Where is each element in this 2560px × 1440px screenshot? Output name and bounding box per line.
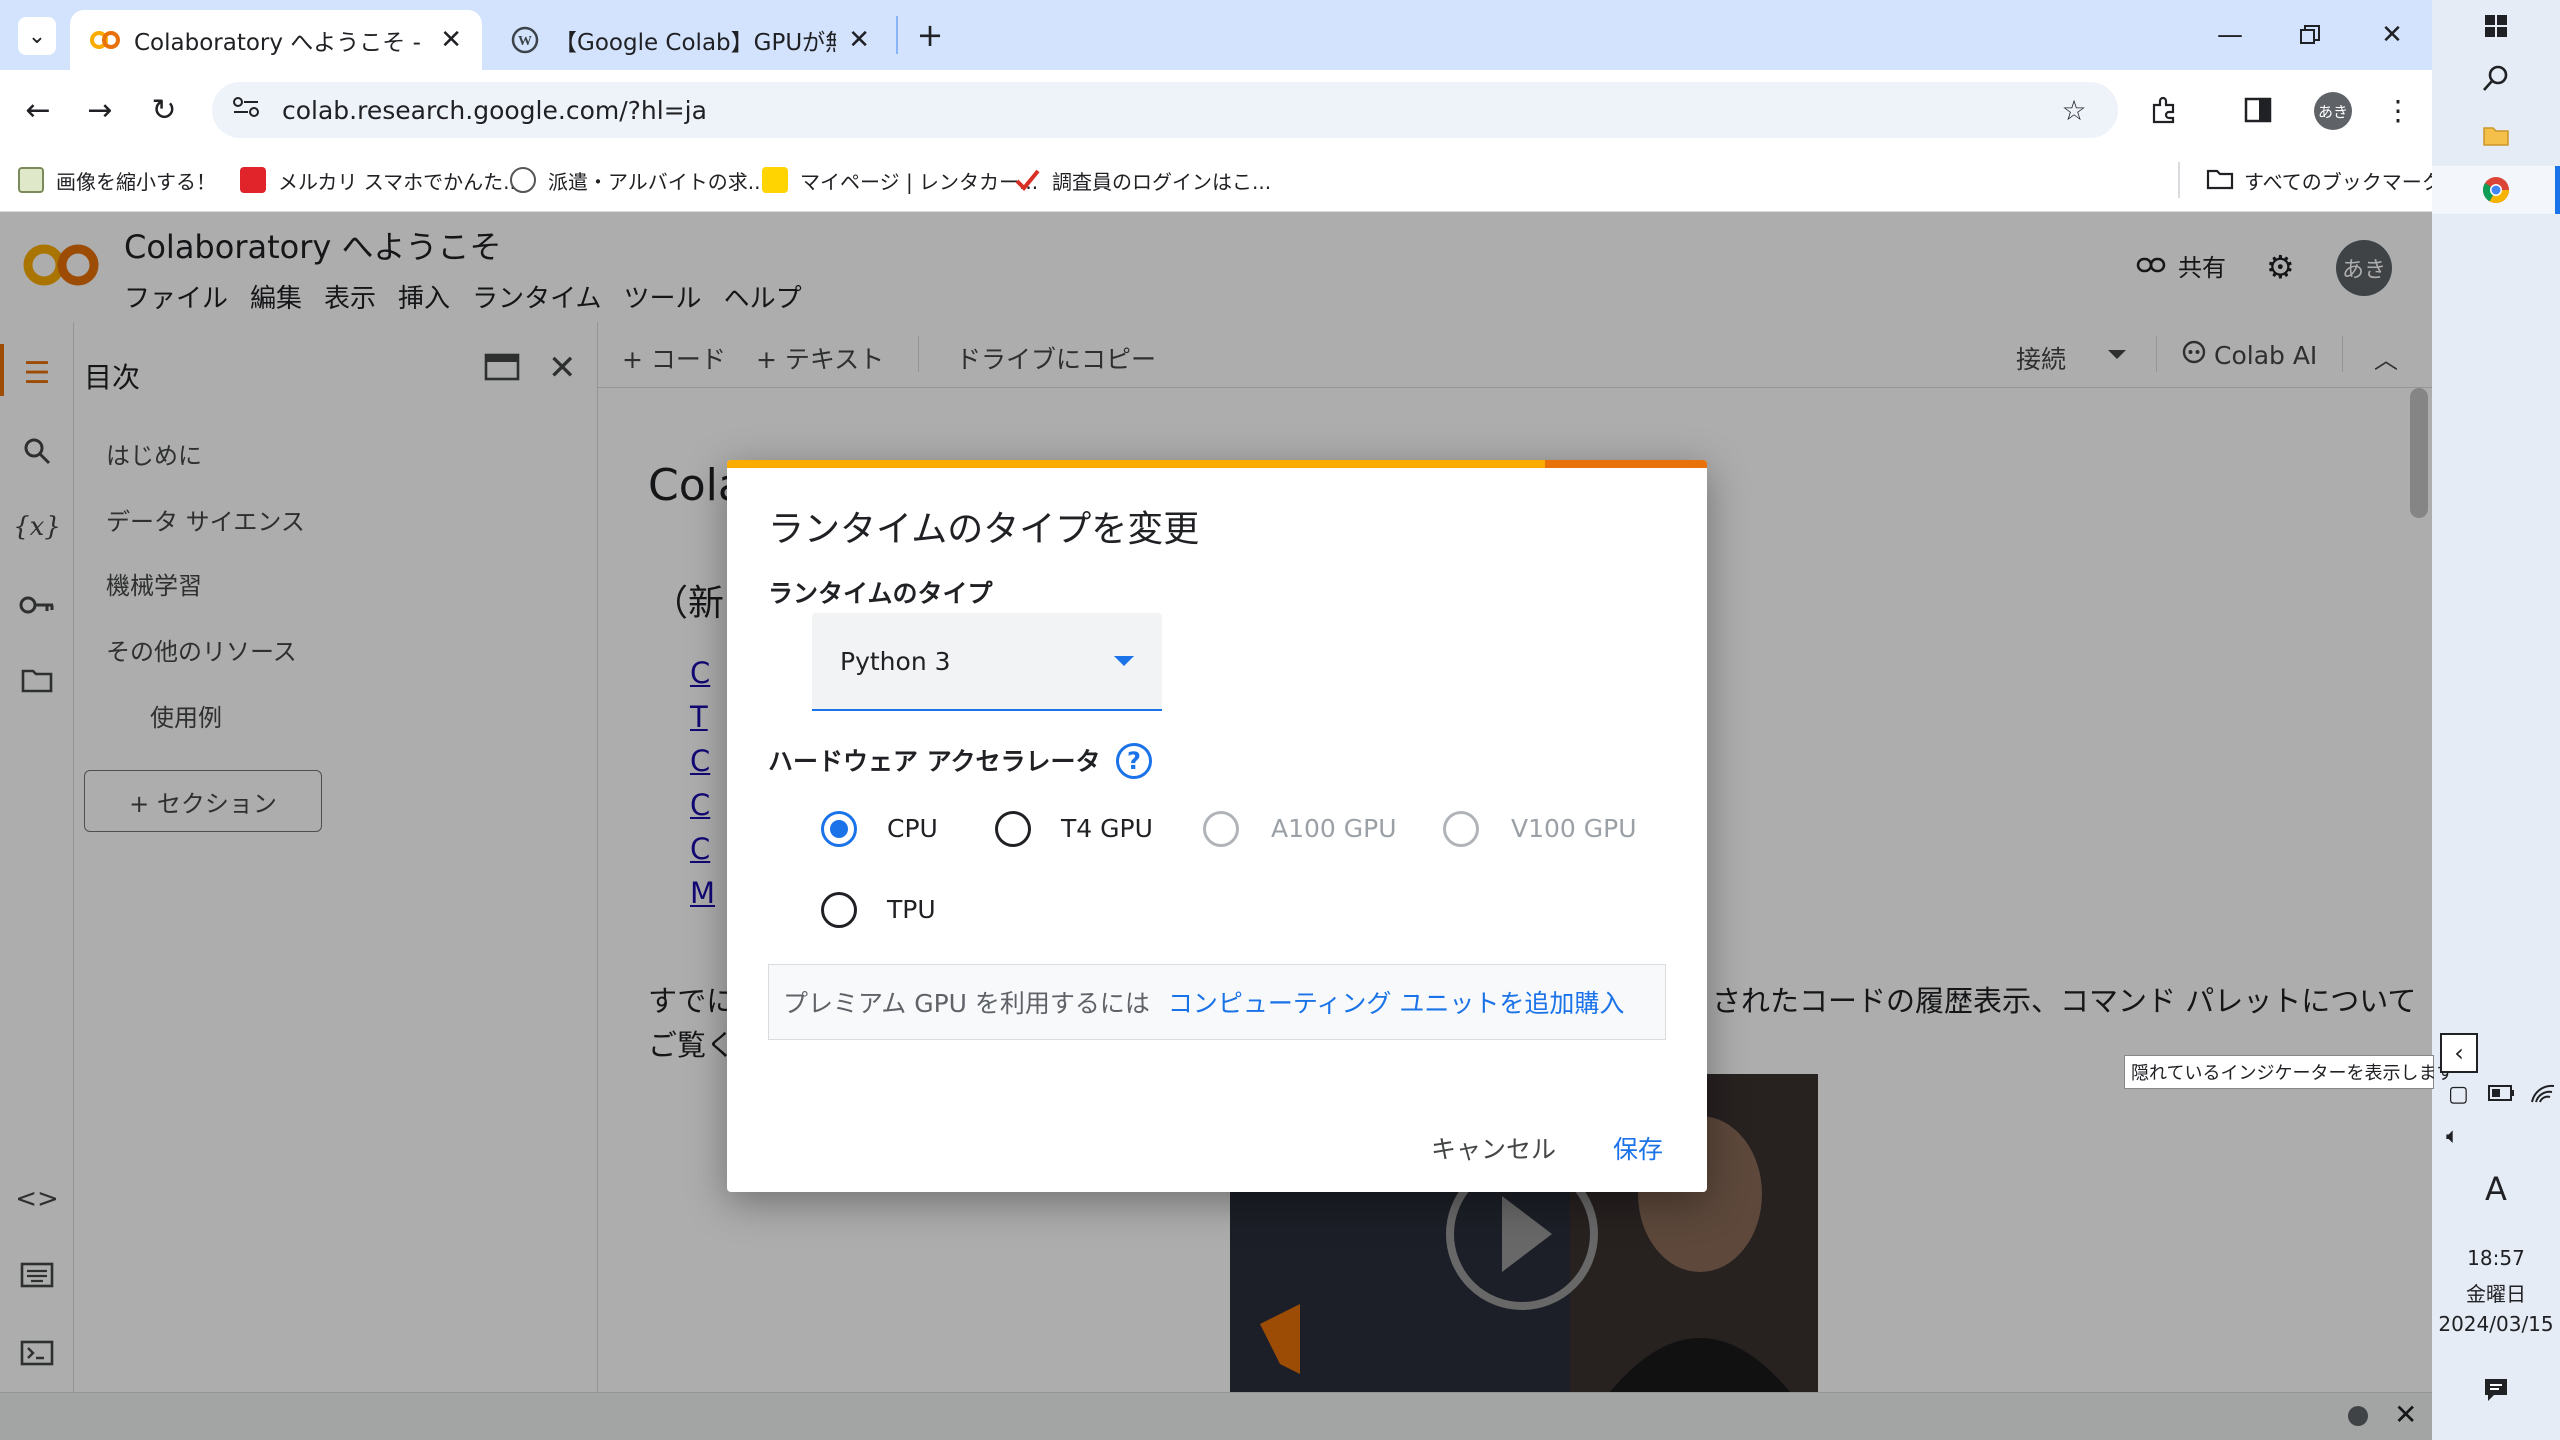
radio-t4-gpu[interactable] <box>995 811 1031 847</box>
file-explorer-icon[interactable] <box>2476 116 2516 156</box>
tab-close-icon[interactable]: ✕ <box>848 25 870 55</box>
runtime-type-select[interactable]: Python 3 <box>812 613 1162 711</box>
minimize-icon[interactable]: — <box>2200 12 2260 58</box>
help-icon[interactable]: ? <box>1116 743 1152 779</box>
radio-a100-gpu-label: A100 GPU <box>1271 814 1397 843</box>
active-app-indicator <box>2555 166 2560 214</box>
clock-weekday[interactable]: 金曜日 <box>2432 1278 2560 1307</box>
checkmark-icon <box>1014 167 1040 193</box>
change-runtime-dialog: ランタイムのタイプを変更 ランタイムのタイプ Python 3 ハードウェア ア… <box>727 460 1707 1192</box>
close-window-icon[interactable]: ✕ <box>2362 12 2422 58</box>
ime-indicator[interactable]: A <box>2432 1170 2560 1208</box>
url-text: colab.research.google.com/?hl=ja <box>282 95 707 125</box>
staffing-site-icon <box>510 167 536 193</box>
new-tab-button[interactable]: + <box>910 12 950 58</box>
dialog-title: ランタイムのタイプを変更 <box>768 509 1200 550</box>
extensions-icon[interactable] <box>2142 88 2186 132</box>
site-info-icon[interactable] <box>232 95 260 125</box>
save-button[interactable]: 保存 <box>1613 1130 1663 1166</box>
profile-avatar[interactable]: あき <box>2314 92 2352 130</box>
radio-cpu-label[interactable]: CPU <box>887 814 938 843</box>
radio-a100-gpu <box>1203 811 1239 847</box>
folder-icon <box>2206 167 2234 193</box>
all-bookmarks-button[interactable]: すべてのブックマーク <box>2206 160 2442 200</box>
runtime-type-label: ランタイムのタイプ <box>768 579 993 608</box>
bookmark-divider <box>2178 162 2180 198</box>
notifications-icon[interactable] <box>2476 1370 2516 1410</box>
radio-cpu[interactable] <box>821 811 857 847</box>
svg-text:W: W <box>518 34 532 49</box>
cancel-button[interactable]: キャンセル <box>1431 1130 1556 1166</box>
tab-title: Colaboratory へようこそ - Colabo <box>134 30 428 56</box>
bookmark-item[interactable]: 調査員のログインはこ... <box>1014 160 1271 200</box>
radio-tpu-label[interactable]: TPU <box>887 895 936 924</box>
image-tool-icon <box>18 167 44 193</box>
wordpress-favicon-icon: W <box>510 25 540 55</box>
colab-favicon-icon <box>90 25 120 55</box>
bookmark-item[interactable]: マイページ | レンタカー... <box>762 160 1038 200</box>
wifi-icon[interactable] <box>2530 1082 2556 1108</box>
bookmark-item[interactable]: 画像を縮小する！ <box>18 160 216 200</box>
dropdown-caret-icon <box>1114 656 1134 666</box>
show-hidden-icons-chevron-icon[interactable]: ‹ <box>2440 1033 2478 1073</box>
rental-car-icon <box>762 167 788 193</box>
premium-gpu-notice: プレミアム GPU を利用するには コンピューティング ユニットを追加購入 <box>768 964 1666 1040</box>
tab-close-icon[interactable]: ✕ <box>440 25 462 55</box>
hardware-accelerator-label: ハードウェア アクセラレータ <box>768 747 1101 776</box>
chrome-icon[interactable] <box>2476 170 2516 210</box>
clock-date[interactable]: 2024/03/15 <box>2432 1312 2560 1336</box>
tab-colab[interactable]: Colaboratory へようこそ - Colabo ✕ <box>70 10 482 70</box>
reload-icon[interactable]: ↻ <box>142 88 186 132</box>
radio-tpu[interactable] <box>821 892 857 928</box>
bookmark-item[interactable]: 派遣・アルバイトの求... <box>510 160 767 200</box>
mercari-icon <box>240 167 266 193</box>
more-menu-icon[interactable]: ⋮ <box>2376 88 2420 132</box>
forward-icon[interactable]: → <box>78 88 122 132</box>
address-bar[interactable]: colab.research.google.com/?hl=ja <box>212 82 2118 138</box>
side-panel-icon[interactable] <box>2236 88 2280 132</box>
windows-start-icon[interactable] <box>2476 6 2516 46</box>
restore-icon[interactable] <box>2280 12 2340 58</box>
tab-divider <box>896 16 898 54</box>
tab-search-button[interactable]: ⌄ <box>18 17 56 55</box>
dialog-accent-bar <box>1545 460 1707 468</box>
volume-icon[interactable]: 🔈︎ <box>2446 1124 2459 1149</box>
search-icon[interactable] <box>2476 58 2516 98</box>
radio-v100-gpu-label: V100 GPU <box>1511 814 1637 843</box>
tab-title: 【Google Colab】GPUが無料で使 <box>554 30 836 56</box>
tab-article[interactable]: W 【Google Colab】GPUが無料で使 ✕ <box>490 10 890 70</box>
device-icon[interactable]: ▢ <box>2448 1082 2469 1107</box>
battery-icon[interactable] <box>2488 1084 2516 1106</box>
radio-t4-gpu-label[interactable]: T4 GPU <box>1061 814 1153 843</box>
bookmark-star-icon[interactable]: ☆ <box>2052 88 2096 132</box>
buy-compute-units-link[interactable]: コンピューティング ユニットを追加購入 <box>1168 984 1624 1020</box>
clock-time[interactable]: 18:57 <box>2432 1246 2560 1270</box>
hidden-indicators-tooltip: 隠れているインジケーターを表示します <box>2124 1055 2454 1089</box>
bookmark-item[interactable]: メルカリ スマホでかんた... <box>240 160 522 200</box>
back-icon[interactable]: ← <box>16 88 60 132</box>
windows-taskbar <box>2432 0 2560 1440</box>
radio-v100-gpu <box>1443 811 1479 847</box>
